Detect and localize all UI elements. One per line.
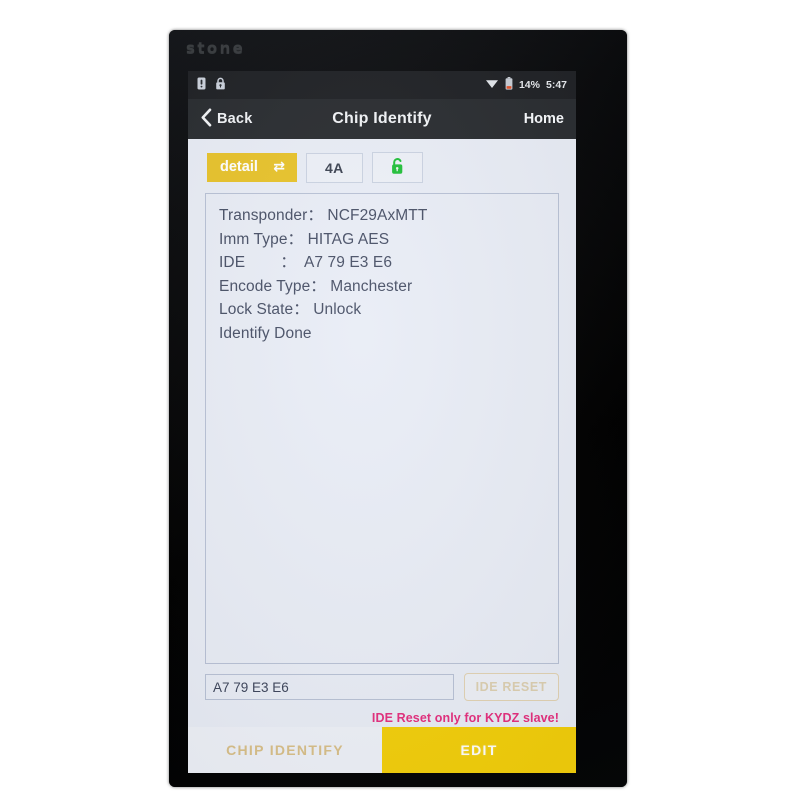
lock-icon	[215, 77, 226, 93]
ide-entry-row: IDE RESET	[188, 664, 576, 701]
detail-button-label: detail	[220, 159, 258, 175]
handheld-device: stone 14% 5:47 Back Chip Identify Home d…	[169, 30, 627, 787]
bottom-tab-bar: CHIP IDENTIFY EDIT	[188, 727, 576, 773]
device-screen: 14% 5:47 Back Chip Identify Home detail …	[188, 71, 576, 773]
identify-log-panel: Transponder： NCF29AxMTT Imm Type： HITAG …	[205, 193, 559, 664]
warning-row: IDE Reset only for KYDZ slave!	[188, 701, 576, 727]
chevron-left-icon	[200, 108, 212, 131]
device-brand-bar: stone	[169, 30, 627, 66]
battery-percent-label: 14%	[518, 79, 540, 91]
log-line: Encode Type： Manchester	[219, 277, 413, 295]
ide-reset-warning: IDE Reset only for KYDZ slave!	[371, 711, 559, 725]
battery-low-icon	[505, 77, 513, 93]
app-content: detail ⇄ 4A Transponder： NCF29AxMTT Imm …	[188, 139, 576, 773]
unlock-state-button[interactable]	[371, 152, 423, 183]
unlocked-padlock-icon	[389, 157, 406, 179]
page-4a-button[interactable]: 4A	[306, 152, 363, 183]
log-line: Lock State： Unlock	[219, 301, 362, 318]
home-button[interactable]: Home	[524, 111, 564, 127]
mode-toolbar: detail ⇄ 4A	[188, 139, 576, 193]
log-line: Imm Type： HITAG AES	[219, 230, 390, 248]
android-status-bar: 14% 5:47	[188, 71, 576, 99]
detail-toggle-button[interactable]: detail ⇄	[207, 153, 297, 182]
app-title-bar: Back Chip Identify Home	[188, 99, 576, 139]
ide-input[interactable]	[205, 674, 454, 700]
tab-chip-identify[interactable]: CHIP IDENTIFY	[188, 727, 382, 773]
sim-card-icon	[197, 77, 206, 93]
wifi-icon	[485, 78, 499, 92]
stone-logo: stone	[186, 39, 246, 57]
ide-reset-button[interactable]: IDE RESET	[463, 673, 559, 701]
log-line: IDE ： A7 79 E3 E6	[219, 254, 393, 271]
back-button[interactable]: Back	[200, 108, 252, 131]
tab-edit[interactable]: EDIT	[382, 727, 576, 773]
status-bar-clock: 5:47	[545, 79, 567, 91]
status-bar-right-cluster: 14% 5:47	[485, 77, 567, 93]
status-bar-left-icons	[197, 77, 226, 93]
log-line: Transponder： NCF29AxMTT	[219, 207, 428, 224]
back-button-label: Back	[217, 111, 253, 127]
swap-arrows-icon: ⇄	[273, 159, 285, 175]
log-line: Identify Done	[219, 324, 312, 342]
screenshot-stage: stone 14% 5:47 Back Chip Identify Home d…	[0, 0, 800, 800]
